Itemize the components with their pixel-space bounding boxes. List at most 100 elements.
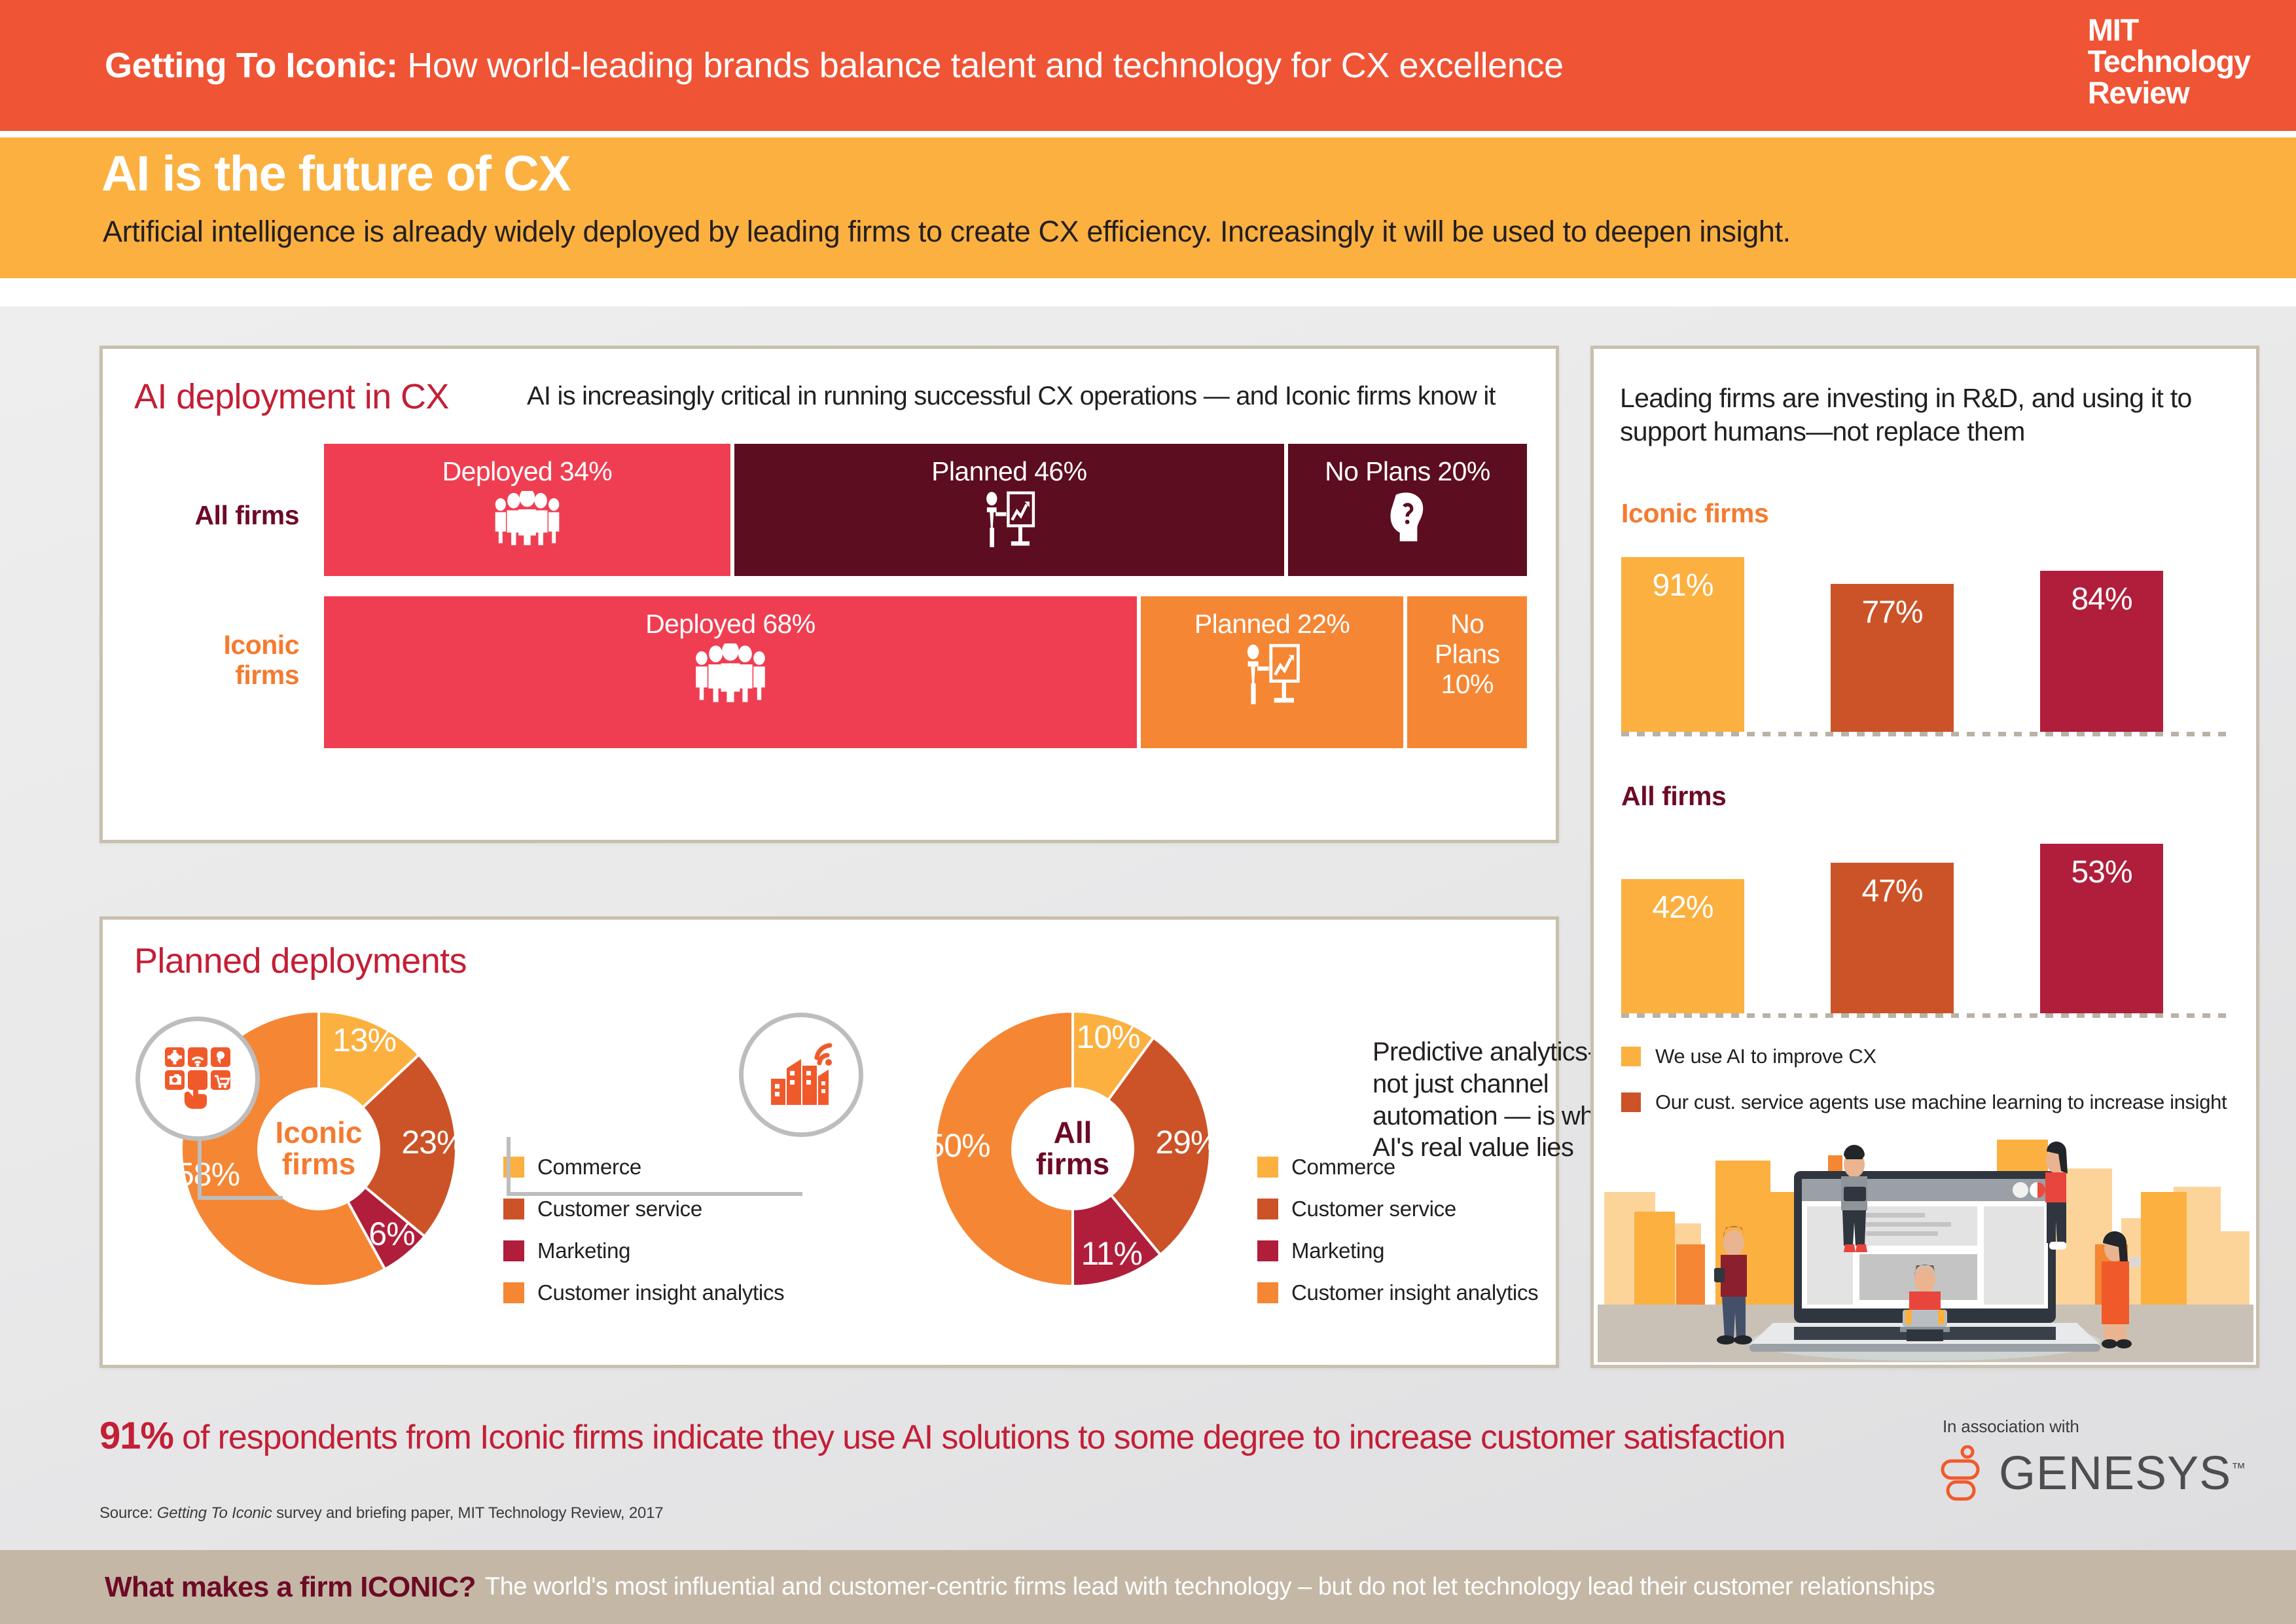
footer-question: What makes a firm ICONIC? (105, 1570, 476, 1603)
bar-segment-deployed-68: Deployed 68% (324, 596, 1137, 748)
ai-deployment-title: AI deployment in CX (134, 377, 449, 416)
genesys-logo: GENESYS™ (1939, 1445, 2246, 1502)
people-group-icon (491, 490, 564, 545)
people-group-icon (696, 643, 765, 702)
legend-item: Customer service (503, 1195, 784, 1223)
buildings-wifi-glyph (771, 1043, 833, 1105)
legend-swatch (503, 1240, 524, 1261)
genesys-text: GENESYS (1999, 1447, 2232, 1500)
bar-segment-label: No Plans 10% (1434, 609, 1500, 699)
head-question-icon (1386, 491, 1429, 545)
logo-line-technology: Technology (2087, 43, 2251, 79)
rd-bar-value: 91% (1652, 568, 1713, 603)
donut-all-svg (934, 1009, 1211, 1288)
rd-bar-value: 77% (1861, 595, 1923, 630)
planned-deployments-panel: Planned deployments Iconic firms 13% 23% 6… (99, 916, 1631, 1368)
head-question-icon (1390, 492, 1424, 541)
legend-item: Customer insight analytics (1257, 1278, 1539, 1307)
logo-line-review: Review (2087, 75, 2190, 110)
legend-item: Marketing (1257, 1236, 1538, 1265)
rd-bar-chart-all: 42% 47% 53% (1621, 821, 2230, 1018)
illustration-svg (1598, 1113, 2253, 1362)
bottom-statistic: 91% of respondents from Iconic firms ind… (99, 1414, 1785, 1458)
source-note: Source: Getting To Iconic survey and bri… (99, 1504, 664, 1523)
legend-label: Customer service (1291, 1197, 1456, 1221)
ai-deployment-panel: AI deployment in CX AI is increasingly c… (99, 346, 1559, 843)
bar-segment-label: Deployed 68% (645, 609, 816, 639)
legend-swatch (1257, 1240, 1278, 1261)
stacked-bar-all-firms: Deployed 34% Planned 46% No Plans 20% (324, 444, 1527, 576)
buildings-wifi-icon (739, 1013, 863, 1137)
source-prefix: Source: (99, 1504, 157, 1522)
footer-answer: The world's most influential and custome… (484, 1573, 1935, 1600)
legend-item: Customer insight analytics (503, 1278, 785, 1307)
header-title-rest: How world-leading brands balance talent … (397, 46, 1564, 85)
presenter-chart-icon (986, 491, 1035, 547)
genesys-mark-icon (1941, 1445, 1980, 1501)
row-label-all-firms: All firms (194, 500, 299, 530)
header-title-bold: Getting To Iconic: (105, 46, 398, 85)
rd-bar: 91% (1621, 557, 1744, 732)
legend-label: Customer service (537, 1197, 702, 1221)
genesys-wordmark: GENESYS™ (1999, 1447, 2246, 1500)
rd-bar-value: 84% (2071, 582, 2132, 617)
bottom-statistic-number: 91% (99, 1415, 174, 1457)
rd-group-label-all: All firms (1621, 781, 1727, 811)
rd-baseline-iconic (1621, 732, 2230, 736)
rd-legend-label: Our cust. service agents use machine lea… (1655, 1091, 2227, 1113)
row-label-iconic-firms: Iconic firms (223, 630, 300, 690)
bar-segment-label: Deployed 34% (442, 456, 613, 486)
legend-label: Customer insight analytics (537, 1280, 785, 1305)
rd-intro-text: Leading firms are investing in R&D, and … (1620, 383, 2192, 446)
app-grid-tap-glyph (165, 1047, 231, 1109)
presenter-chart-icon (1247, 643, 1300, 704)
rd-legend-item: We use AI to improve CX (1621, 1045, 2227, 1068)
donut-slice-customer-insight-analytics (934, 1009, 1074, 1288)
header-bar: Getting To Iconic: How world-leading bra… (0, 0, 2296, 131)
bar-segment-no-plans-10: No Plans 10% (1407, 596, 1527, 748)
donut-legend-all: Commerce Customer service Marketing Custome… (1257, 1153, 1539, 1320)
rd-baseline-all (1621, 1013, 2230, 1018)
infographic-page: Getting To Iconic: How world-leading bra… (0, 0, 2296, 1624)
rd-bar: 42% (1621, 879, 1744, 1013)
rd-bar-value: 42% (1652, 890, 1713, 925)
legend-item: Marketing (503, 1236, 784, 1265)
rd-bar: 47% (1831, 863, 1954, 1013)
legend-swatch (503, 1199, 524, 1219)
callout-stem-all (198, 1141, 283, 1200)
association-label: In association with (1943, 1416, 2079, 1436)
bar-segment-label: No Plans 20% (1325, 456, 1490, 486)
people-group-icon (691, 643, 770, 702)
legend-label: Customer insight analytics (1291, 1280, 1539, 1305)
rd-legend-item: Our cust. service agents use machine lea… (1621, 1091, 2227, 1114)
presenter-chart-icon (1242, 643, 1302, 708)
rd-bar: 53% (2040, 844, 2163, 1013)
presenter-chart-icon (981, 491, 1037, 550)
logo-line-mit: MIT (2087, 12, 2140, 47)
rd-bar: 77% (1831, 584, 1954, 732)
legend-swatch (503, 1282, 524, 1303)
legend-label: Marketing (537, 1238, 631, 1263)
bar-segment-planned-22: Planned 22% (1140, 596, 1404, 748)
bar-segment-deployed-34: Deployed 34% (324, 444, 730, 576)
rd-bar: 84% (2040, 571, 2163, 732)
headline-title: AI is the future of CX (101, 146, 571, 202)
legend-swatch (1257, 1199, 1278, 1219)
ai-deployment-subtitle: AI is increasingly critical in running s… (527, 382, 1496, 410)
mit-technology-review-logo: MIT Technology Review (2087, 12, 2251, 110)
bottom-statistic-text: of respondents from Iconic firms indicat… (173, 1418, 1785, 1456)
bar-segment-planned-46: Planned 46% (734, 444, 1284, 576)
bar-segment-label: Planned 22% (1194, 609, 1350, 639)
genesys-tm: ™ (2231, 1460, 2247, 1476)
legend-label: Marketing (1291, 1238, 1385, 1263)
headline-subtitle: Artificial intelligence is already widel… (103, 215, 1791, 248)
header-title: Getting To Iconic: How world-leading bra… (105, 45, 1564, 86)
stacked-bar-iconic-firms: Deployed 68% Planned 22% No Plans 10% (324, 596, 1527, 748)
rd-investment-panel: Leading firms are investing in R&D, and … (1590, 346, 2259, 1368)
rd-bar-chart-iconic: 91% 77% 84% (1621, 540, 2230, 736)
callout-stem-iconic (507, 1137, 802, 1196)
legend-swatch (1257, 1282, 1278, 1303)
rd-bar-value: 53% (2071, 855, 2132, 890)
rd-bar-value: 47% (1861, 874, 1923, 909)
source-rest: survey and briefing paper, MIT Technolog… (272, 1504, 664, 1522)
